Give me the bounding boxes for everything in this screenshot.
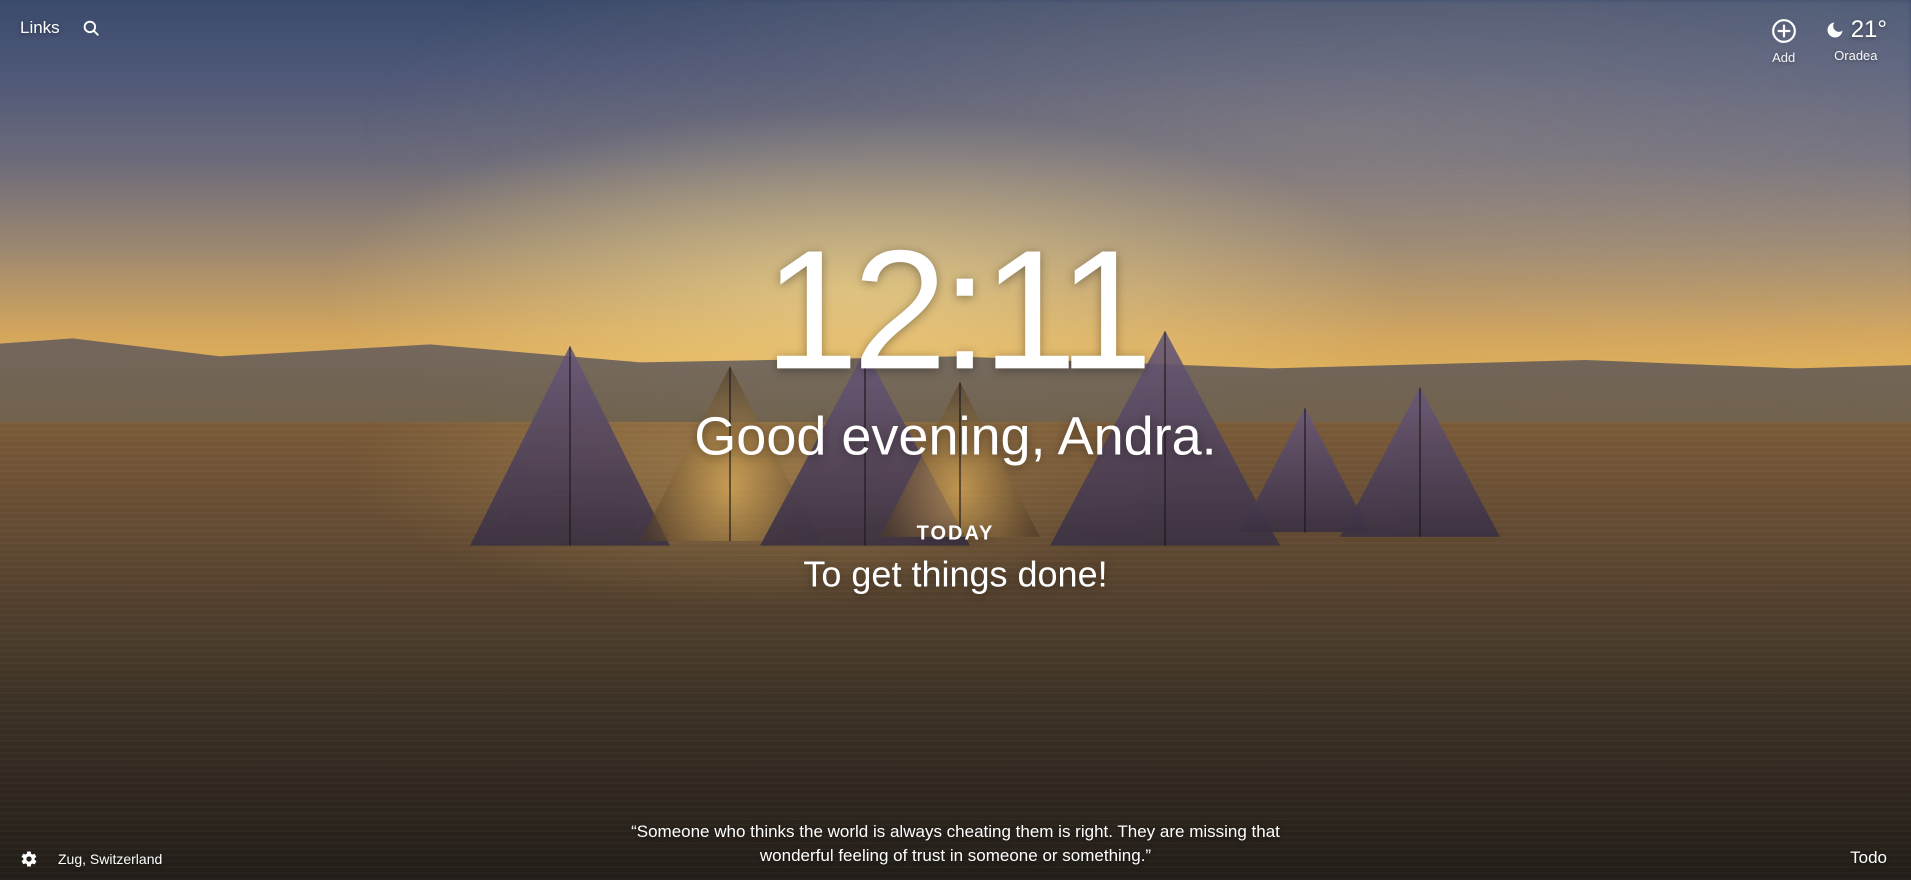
weather-temperature: 21° (1851, 18, 1887, 42)
quote-text[interactable]: “Someone who thinks the world is always … (596, 820, 1316, 868)
plus-circle-icon (1771, 18, 1797, 44)
search-icon[interactable] (82, 19, 100, 37)
links-button[interactable]: Links (20, 18, 60, 38)
today-focus[interactable]: To get things done! (0, 553, 1911, 595)
greeting-text: Good evening, Andra. (0, 405, 1911, 467)
add-button[interactable]: Add (1771, 18, 1797, 65)
clock-time: 12:11 (0, 225, 1911, 395)
photo-location[interactable]: Zug, Switzerland (58, 851, 162, 867)
weather-city: Oradea (1834, 48, 1877, 63)
today-label: TODAY (0, 522, 1911, 545)
gear-icon[interactable] (20, 850, 38, 868)
weather-widget[interactable]: 21° Oradea (1825, 18, 1887, 63)
add-label: Add (1772, 50, 1795, 65)
moon-icon (1825, 20, 1845, 40)
